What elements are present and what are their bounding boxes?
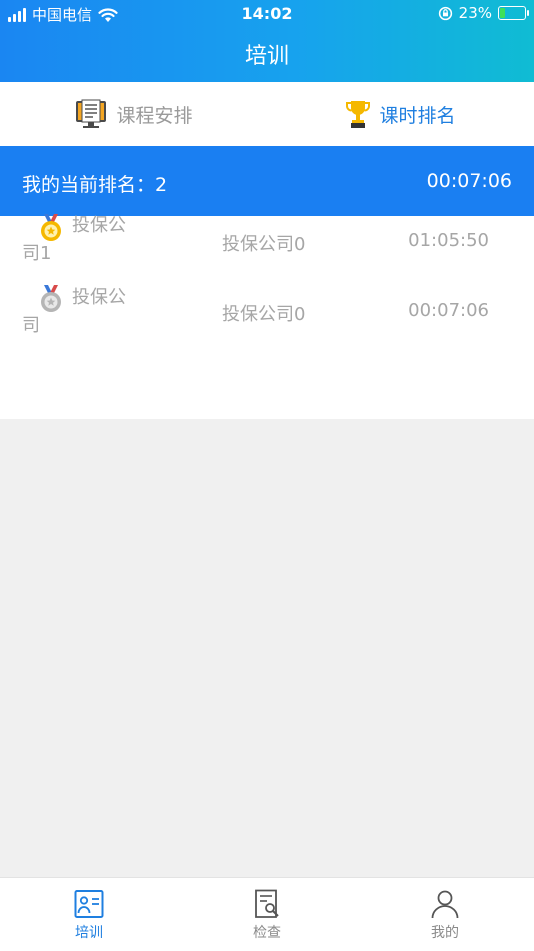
my-rank-label: 我的当前排名：2 (22, 174, 168, 196)
ranking-row[interactable]: 投保公司 投保公司0 00:07:06 (0, 285, 534, 356)
status-bar: 中国电信 14:02 23% (0, 0, 534, 28)
my-rank-time: 00:07:06 (426, 170, 512, 192)
participant-duration: 01:05:50 (408, 230, 489, 251)
tab-hours-ranking-label: 课时排名 (379, 104, 456, 127)
profile-icon (431, 890, 459, 919)
course-schedule-icon (76, 99, 107, 128)
participant-name: 投保公司 (22, 287, 126, 336)
tab-course-schedule-label: 课程安排 (116, 104, 193, 127)
ranking-list: 投保公司1 投保公司0 01:05:50 投保公司 投保公司0 00:07:06 (0, 214, 534, 419)
bottom-nav: 培训 检查 我的 (0, 877, 534, 951)
my-rank-bar: 我的当前排名：2 00:07:06 (0, 146, 534, 216)
trophy-icon (346, 101, 371, 128)
nav-training-label: 培训 (75, 925, 103, 941)
tab-hours-ranking[interactable]: 课时排名 (267, 82, 534, 146)
rotation-lock-icon (438, 6, 452, 20)
participant-name: 投保公司1 (22, 215, 126, 264)
page-title: 培训 (244, 44, 289, 69)
nav-training[interactable]: 培训 (0, 878, 178, 951)
battery-percent: 23% (458, 4, 492, 22)
participant-company: 投保公司0 (222, 304, 306, 325)
nav-profile-label: 我的 (431, 925, 459, 941)
inspection-icon (255, 889, 279, 918)
participant-company: 投保公司0 (222, 234, 306, 255)
participant-duration: 00:07:06 (408, 300, 489, 321)
tab-course-schedule[interactable]: 课程安排 (0, 82, 267, 146)
tab-bar: 课程安排 课时排名 (0, 82, 534, 146)
battery-icon (498, 6, 529, 20)
nav-inspection-label: 检查 (253, 925, 281, 941)
ranking-row[interactable]: 投保公司1 投保公司0 01:05:50 (0, 214, 534, 286)
header-bar: 中国电信 14:02 23% 培训 (0, 0, 534, 82)
training-icon (74, 890, 104, 918)
nav-inspection[interactable]: 检查 (178, 878, 356, 951)
nav-profile[interactable]: 我的 (356, 878, 534, 951)
battery-fill (500, 8, 505, 18)
